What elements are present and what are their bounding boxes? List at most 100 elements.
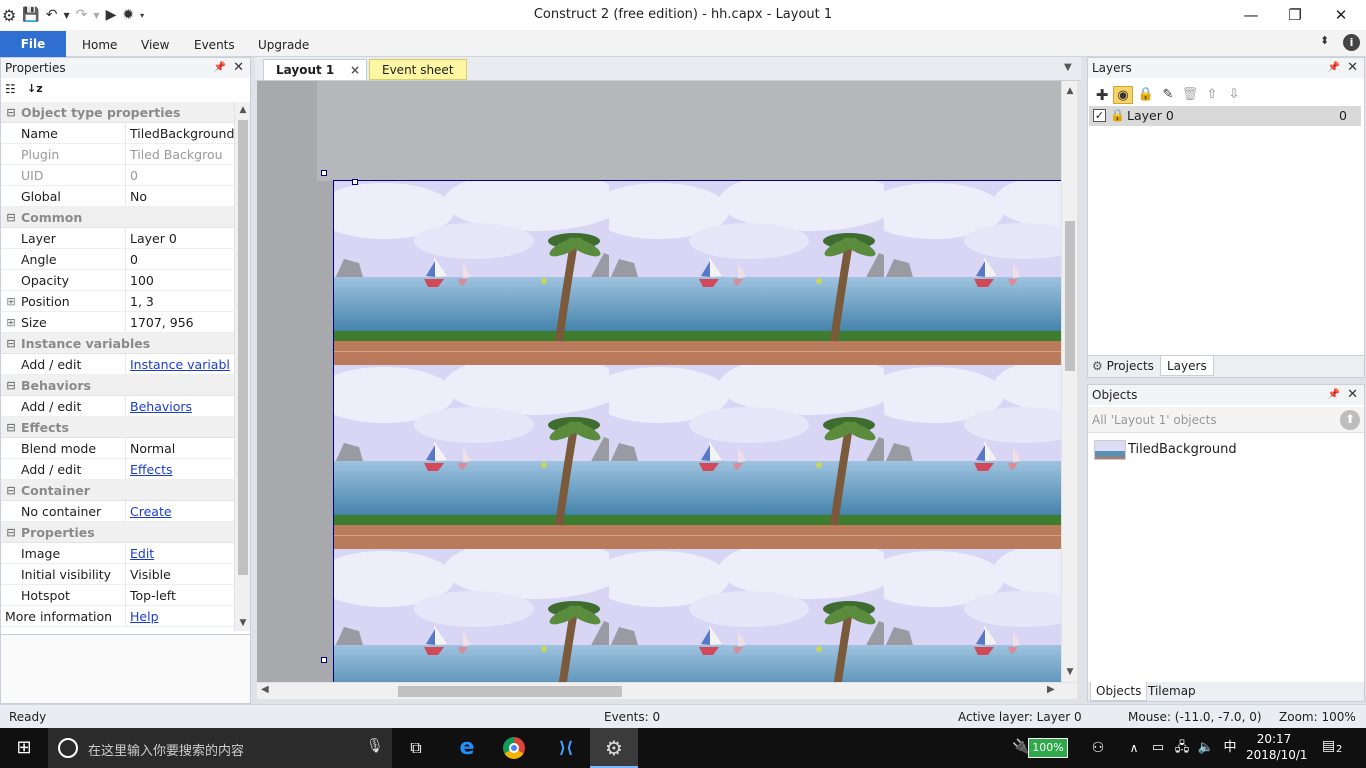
scroll-thumb[interactable] (238, 120, 248, 575)
property-value[interactable]: TiledBackground (125, 123, 235, 143)
ribbon-collapse-icon[interactable]: ⬍ (1320, 34, 1329, 47)
collapse-icon[interactable]: ⊟ (1, 480, 21, 500)
pin-icon[interactable]: 📌 (1328, 385, 1340, 405)
property-value[interactable]: 1, 3 (125, 291, 235, 311)
clock[interactable]: 20:17 2018/10/1 (1246, 731, 1308, 763)
network-icon[interactable]: 🖧 (1172, 728, 1192, 768)
collapse-icon[interactable]: ⊟ (1, 102, 21, 122)
add-layer-icon[interactable]: ✚ (1092, 86, 1112, 104)
edit-layer-icon[interactable]: ✎ (1158, 86, 1178, 104)
move-down-icon[interactable]: ⇩ (1224, 86, 1244, 104)
show-hidden-icons-icon[interactable]: ∧ (1124, 728, 1144, 768)
tab-events[interactable]: Events (192, 33, 237, 57)
property-value[interactable]: 1707, 956 (125, 312, 235, 332)
property-row[interactable]: UID 0 (1, 165, 235, 186)
ime-indicator[interactable]: 中 (1218, 728, 1242, 768)
sort-category-icon[interactable]: ☷ (5, 82, 16, 96)
battery-indicator[interactable]: 100% (1028, 738, 1068, 758)
up-folder-icon[interactable]: ⬆ (1340, 410, 1360, 430)
close-panel-icon[interactable]: ✕ (1347, 385, 1358, 405)
scroll-down-arrow-icon[interactable]: ▼ (1062, 664, 1078, 680)
pin-icon[interactable]: 📌 (1328, 58, 1340, 78)
construct2-taskbar-icon[interactable]: ⚙ (590, 728, 638, 768)
layer-row[interactable]: ✓ 🔒 Layer 0 0 (1089, 106, 1361, 126)
taskbar-search-box[interactable]: 在这里输入你要搜索的内容 🎙 (48, 728, 392, 768)
edge-icon[interactable]: e (446, 728, 488, 768)
property-value[interactable]: No (125, 186, 235, 206)
layout-canvas[interactable] (257, 81, 1061, 682)
property-row[interactable]: Name TiledBackground (1, 123, 235, 144)
pin-icon[interactable]: 📌 (214, 58, 226, 78)
layout-horizontal-scrollbar[interactable]: ◀ ▶ (257, 682, 1077, 699)
scroll-thumb[interactable] (1065, 221, 1075, 371)
power-plug-icon[interactable]: 🔌 (1012, 739, 1029, 755)
property-row[interactable]: Add / edit Effects (1, 459, 235, 480)
property-row[interactable]: No container Create (1, 501, 235, 522)
property-category[interactable]: ⊟ Properties (1, 522, 235, 543)
battery-tray-icon[interactable]: ▭ (1148, 728, 1168, 768)
property-link[interactable]: Effects (125, 459, 235, 479)
property-link[interactable]: Help (125, 606, 235, 626)
people-icon[interactable]: ⚇ (1086, 728, 1110, 768)
layer-lock-icon[interactable]: 🔒 (1110, 108, 1125, 122)
tab-upgrade[interactable]: Upgrade (256, 33, 311, 57)
tab-list-dropdown-icon[interactable]: ▼ (1064, 62, 1072, 73)
notification-center-icon[interactable]: ▤ 2 (1322, 738, 1345, 758)
maximize-button[interactable]: ❐ (1272, 0, 1318, 30)
property-category[interactable]: ⊟ Common (1, 207, 235, 228)
minimize-button[interactable]: — (1228, 0, 1274, 30)
info-icon[interactable]: i (1343, 34, 1360, 51)
property-value[interactable]: Tiled Backgrou (125, 144, 235, 164)
chrome-icon[interactable] (503, 737, 525, 759)
property-row[interactable]: Image Edit (1, 543, 235, 564)
scroll-up-arrow-icon[interactable]: ▲ (1062, 83, 1078, 99)
expand-icon[interactable]: ⊞ (1, 291, 21, 311)
delete-layer-icon[interactable]: 🗑 (1180, 86, 1200, 104)
scroll-thumb[interactable] (398, 686, 622, 697)
resize-handle[interactable] (321, 170, 327, 176)
sort-alpha-icon[interactable]: ↓z (27, 82, 43, 95)
property-link[interactable]: Create (125, 501, 235, 521)
collapse-icon[interactable]: ⊟ (1, 207, 21, 227)
property-link[interactable]: Behaviors (125, 396, 235, 416)
property-row[interactable]: Add / edit Instance variabl (1, 354, 235, 375)
property-value[interactable]: Visible (125, 564, 235, 584)
task-view-icon[interactable]: ⧉ (395, 728, 437, 768)
property-category[interactable]: ⊟ Instance variables (1, 333, 235, 354)
property-row[interactable]: Opacity 100 (1, 270, 235, 291)
layout-vertical-scrollbar[interactable]: ▲ ▼ (1061, 81, 1077, 682)
expand-icon[interactable]: ⊞ (1, 312, 21, 332)
vscode-icon[interactable]: ⟩⟨ (545, 728, 587, 768)
property-value[interactable]: Normal (125, 438, 235, 458)
property-category[interactable]: ⊟ Container (1, 480, 235, 501)
close-button[interactable]: ✕ (1318, 0, 1364, 30)
collapse-icon[interactable]: ⊟ (1, 522, 21, 542)
property-row[interactable]: Angle 0 (1, 249, 235, 270)
tab-view[interactable]: View (139, 33, 171, 57)
scroll-left-arrow-icon[interactable]: ◀ (261, 684, 269, 695)
tab-projects[interactable]: ⚙ Projects (1090, 356, 1158, 376)
property-category[interactable]: ⊟ Behaviors (1, 375, 235, 396)
start-button-icon[interactable]: ⊞ (0, 728, 48, 768)
file-tab[interactable]: File (0, 31, 66, 57)
tiled-background-instance[interactable] (334, 181, 1061, 682)
close-panel-icon[interactable]: ✕ (1347, 58, 1358, 78)
scroll-up-arrow-icon[interactable]: ▲ (235, 102, 251, 118)
scroll-right-arrow-icon[interactable]: ▶ (1047, 684, 1055, 695)
tab-layers[interactable]: Layers (1160, 356, 1214, 376)
microphone-icon[interactable]: 🎙 (366, 738, 384, 754)
property-category[interactable]: ⊟ Effects (1, 417, 235, 438)
tab-tilemap[interactable]: Tilemap (1146, 682, 1198, 701)
property-row[interactable]: Plugin Tiled Backgrou (1, 144, 235, 165)
close-tab-icon[interactable]: × (350, 60, 360, 81)
object-item-tiledbackground[interactable]: TiledBackground (1128, 442, 1237, 457)
resize-handle[interactable] (321, 657, 327, 663)
collapse-icon[interactable]: ⊟ (1, 333, 21, 353)
property-row[interactable]: More information Help (1, 606, 235, 627)
property-row[interactable]: Global No (1, 186, 235, 207)
move-up-icon[interactable]: ⇧ (1202, 86, 1222, 104)
property-value[interactable]: 0 (125, 165, 235, 185)
property-row[interactable]: Blend mode Normal (1, 438, 235, 459)
property-category[interactable]: ⊟ Object type properties (1, 102, 235, 123)
resize-handle[interactable] (352, 179, 358, 185)
